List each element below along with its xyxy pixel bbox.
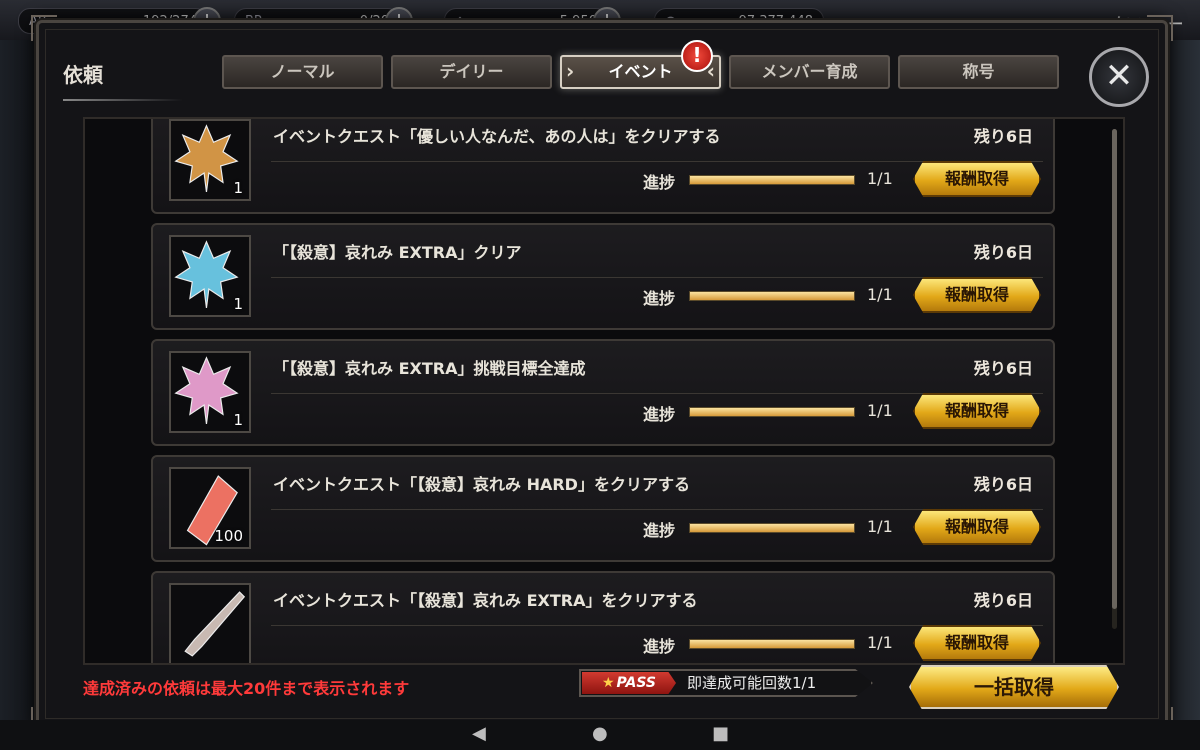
claim-reward-button[interactable]: 報酬取得 xyxy=(913,161,1041,197)
collect-all-button[interactable]: 一括取得 xyxy=(909,665,1119,709)
quest-row: 1 「【殺意】哀れみ EXTRA」クリア 残り6日進捗 1/1 報酬取得 xyxy=(151,223,1055,330)
quest-title: イベントクエスト「【殺意】哀れみ HARD」をクリアする xyxy=(273,475,690,494)
progress-bar xyxy=(689,523,855,533)
progress-label: 進捗 xyxy=(643,405,676,424)
scrollbar-thumb[interactable] xyxy=(1112,129,1117,609)
progress-bar xyxy=(689,175,855,185)
pass-badge: ★ PASS xyxy=(582,672,676,694)
dagger-icon xyxy=(184,591,246,657)
tab-normal[interactable]: ノーマル xyxy=(222,55,383,89)
reward-item-box[interactable]: 1 xyxy=(169,351,251,433)
time-remaining: 残り6日 xyxy=(973,243,1033,262)
home-icon[interactable]: ● xyxy=(592,723,608,744)
reward-item-box[interactable]: 1 xyxy=(169,119,251,201)
claim-reward-button[interactable]: 報酬取得 xyxy=(913,277,1041,313)
reward-count: 1 xyxy=(233,411,243,429)
progress-label: 進捗 xyxy=(643,521,676,540)
close-button[interactable]: ✕ xyxy=(1089,47,1149,107)
reward-item-box[interactable]: 1 xyxy=(169,235,251,317)
tab-title[interactable]: 称号 xyxy=(898,55,1059,89)
back-icon[interactable]: ◀ xyxy=(472,723,486,744)
progress-bar xyxy=(689,407,855,417)
quest-title: イベントクエスト「優しい人なんだ、あの人は」をクリアする xyxy=(273,127,721,146)
progress-label: 進捗 xyxy=(643,173,676,192)
progress-count: 1/1 xyxy=(867,285,893,304)
reward-item-box[interactable]: 100 xyxy=(169,467,251,549)
android-navbar: ◀ ● ■ xyxy=(0,720,1200,750)
progress-fill xyxy=(690,640,854,648)
progress-fill xyxy=(690,292,854,300)
time-remaining: 残り6日 xyxy=(973,127,1033,146)
frame-corner xyxy=(1147,15,1173,41)
quest-row: 1 「【殺意】哀れみ EXTRA」挑戦目標全達成 残り6日進捗 1/1 報酬取得 xyxy=(151,339,1055,446)
scrollbar[interactable] xyxy=(1112,129,1117,629)
tab-event[interactable]: イベント ! xyxy=(560,40,721,89)
background-left xyxy=(0,40,40,720)
star-icon: ★ xyxy=(601,675,615,691)
quest-row: イベントクエスト「【殺意】哀れみ EXTRA」をクリアする 残り6日進捗 1/1 報酬… xyxy=(151,571,1055,663)
reward-count: 1 xyxy=(233,179,243,197)
quest-row: 1 イベントクエスト「優しい人なんだ、あの人は」をクリアする 残り6日進捗 1/1 報酬… xyxy=(151,119,1055,214)
pass-info: ★ PASS 即達成可能回数1/1 xyxy=(579,669,873,697)
progress-count: 1/1 xyxy=(867,517,893,536)
tab-event-label: イベント xyxy=(608,62,673,81)
progress-count: 1/1 xyxy=(867,401,893,420)
claim-reward-button[interactable]: 報酬取得 xyxy=(913,393,1041,429)
progress-fill xyxy=(690,176,854,184)
tab-member-training[interactable]: メンバー育成 xyxy=(729,55,890,89)
time-remaining: 残り6日 xyxy=(973,359,1033,378)
quest-row: 100 イベントクエスト「【殺意】哀れみ HARD」をクリアする 残り6日進捗 1/1… xyxy=(151,455,1055,562)
pass-badge-label: PASS xyxy=(616,675,657,691)
claim-reward-button[interactable]: 報酬取得 xyxy=(913,509,1041,545)
reward-count: 1 xyxy=(233,295,243,313)
progress-count: 1/1 xyxy=(867,633,893,652)
dialog-title: 依頼 xyxy=(63,63,103,87)
progress-label: 進捗 xyxy=(643,289,676,308)
progress-bar xyxy=(689,291,855,301)
quest-title: 「【殺意】哀れみ EXTRA」クリア xyxy=(273,243,522,262)
progress-count: 1/1 xyxy=(867,169,893,188)
reward-count: 100 xyxy=(214,527,243,545)
recent-apps-icon[interactable]: ■ xyxy=(712,723,729,744)
quest-list[interactable]: 1 イベントクエスト「優しい人なんだ、あの人は」をクリアする 残り6日 進捗 1/1 報酬… xyxy=(83,117,1125,665)
progress-bar xyxy=(689,639,855,649)
request-dialog: 依頼 ノーマル デイリー イベント ! メンバー育成 称号 ✕ 1 イベントクエス… xyxy=(31,15,1173,733)
tab-daily[interactable]: デイリー xyxy=(391,55,552,89)
time-remaining: 残り6日 xyxy=(973,591,1033,610)
pass-instant-count: 即達成可能回数1/1 xyxy=(687,674,817,692)
progress-label: 進捗 xyxy=(643,637,676,656)
progress-fill xyxy=(690,408,854,416)
completed-limit-note: 達成済みの依頼は最大20件まで表示されます xyxy=(83,679,410,698)
title-underline xyxy=(63,99,183,101)
quest-title: イベントクエスト「【殺意】哀れみ EXTRA」をクリアする xyxy=(273,591,698,610)
tab-bar: ノーマル デイリー イベント ! メンバー育成 称号 xyxy=(222,40,1059,89)
progress-fill xyxy=(690,524,854,532)
time-remaining: 残り6日 xyxy=(973,475,1033,494)
frame-corner xyxy=(31,15,57,41)
claim-reward-button[interactable]: 報酬取得 xyxy=(913,625,1041,661)
reward-item-box[interactable] xyxy=(169,583,251,663)
alert-icon: ! xyxy=(681,40,713,72)
quest-title: 「【殺意】哀れみ EXTRA」挑戦目標全達成 xyxy=(273,359,586,378)
